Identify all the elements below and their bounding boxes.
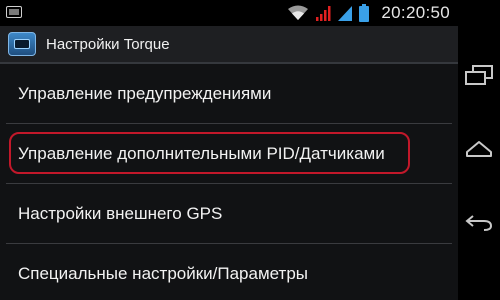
- torque-app-icon-screen: [14, 39, 30, 49]
- list-item-extra-pids[interactable]: Управление дополнительными PID/Датчиками: [0, 124, 458, 183]
- navigation-bar: [458, 0, 500, 300]
- wifi-icon: [288, 5, 309, 20]
- battery-icon: [359, 4, 370, 22]
- list-item-label: Специальные настройки/Параметры: [18, 263, 308, 283]
- home-icon: [466, 141, 492, 157]
- status-clock: 20:20:50: [381, 3, 450, 22]
- list-item-external-gps[interactable]: Настройки внешнего GPS: [0, 184, 458, 243]
- list-item-alerts[interactable]: Управление предупреждениями: [0, 64, 458, 123]
- action-bar: Настройки Torque: [0, 26, 458, 64]
- android-screen: 20:20:50 Настройки Torque Управление пре…: [0, 0, 458, 300]
- highlight-ring: [9, 132, 410, 174]
- status-icons: 20:20:50: [287, 0, 450, 26]
- list-item-label: Управление предупреждениями: [18, 83, 272, 103]
- signal-warning-icon: [316, 5, 331, 21]
- settings-list: Управление предупреждениями Управление д…: [0, 64, 458, 300]
- torque-app-icon[interactable]: [8, 32, 36, 56]
- recent-apps-button[interactable]: [458, 55, 500, 95]
- signal-icon: [338, 5, 353, 21]
- page-title: Настройки Torque: [46, 36, 170, 53]
- back-icon: [465, 215, 493, 231]
- list-item-label: Настройки внешнего GPS: [18, 203, 223, 223]
- home-button[interactable]: [458, 129, 500, 169]
- notification-icon: [6, 6, 22, 18]
- list-item-special-settings[interactable]: Специальные настройки/Параметры: [0, 244, 458, 300]
- recent-apps-icon: [465, 65, 493, 85]
- back-button[interactable]: [458, 202, 500, 242]
- status-bar: 20:20:50: [0, 0, 458, 26]
